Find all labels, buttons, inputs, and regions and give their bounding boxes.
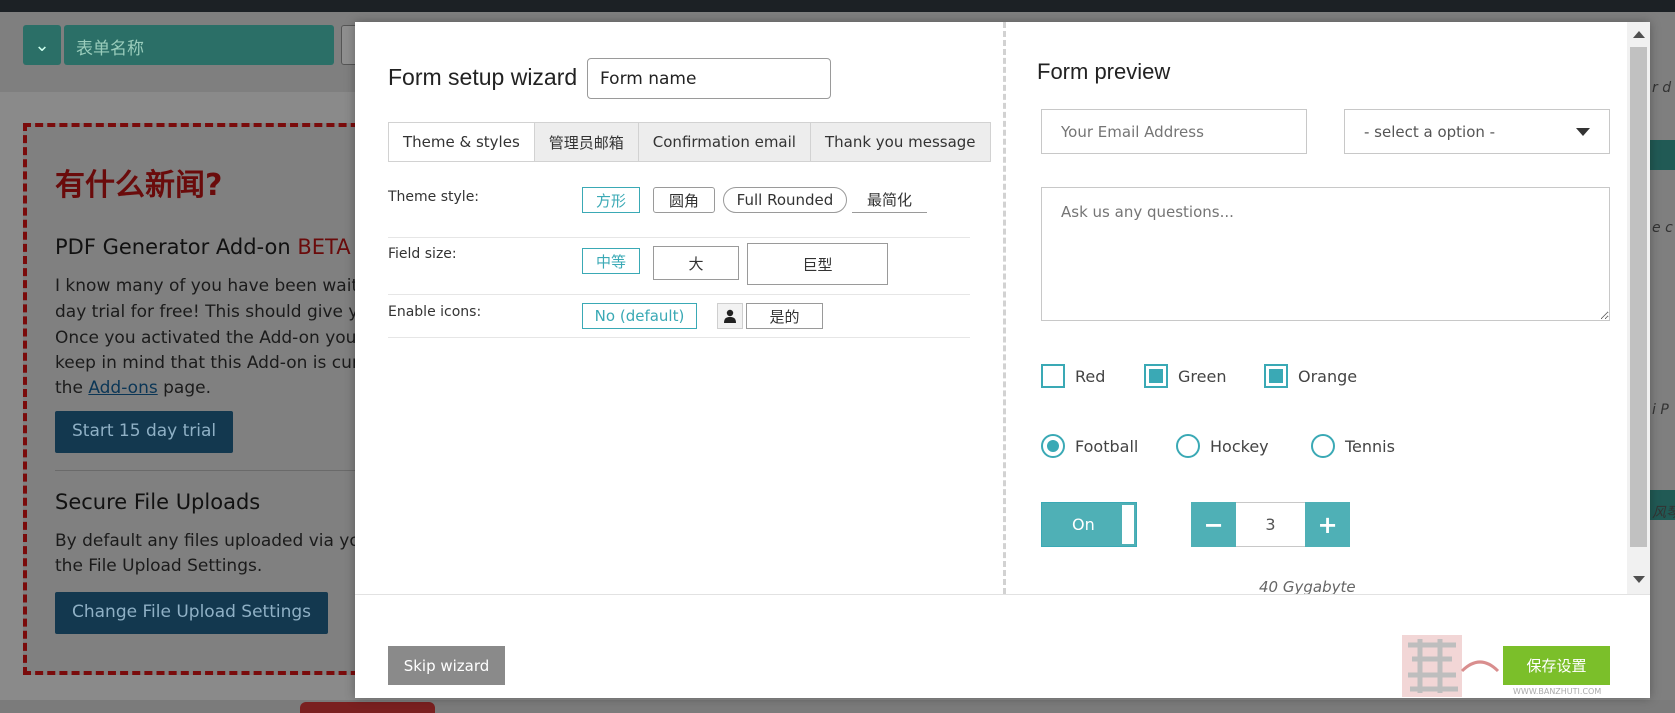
skip-wizard-button[interactable]: Skip wizard	[388, 646, 505, 685]
field-size-row: Field size: 中等 大 巨型	[388, 238, 970, 295]
chevron-down-icon: ⌄	[34, 34, 50, 56]
radio-tennis[interactable]: Tennis	[1311, 434, 1395, 458]
divider	[55, 470, 375, 471]
top-bar	[0, 0, 1675, 12]
checkbox-label: Orange	[1298, 366, 1358, 386]
uploads-line: the File Upload Settings.	[55, 556, 263, 576]
user-icon	[717, 303, 743, 329]
radio-circle[interactable]	[1041, 434, 1065, 458]
toggle-label: On	[1072, 515, 1095, 534]
tab-theme-styles[interactable]: Theme & styles	[389, 123, 534, 161]
collapse-toggle-button[interactable]: ⌄	[23, 25, 61, 65]
theme-style-row: Theme style: 方形 圆角 Full Rounded 最简化	[388, 182, 970, 238]
preview-panel: Form preview - select a option - Red Gre…	[1007, 22, 1627, 594]
wizard-footer: Skip wizard 保存设置 WWW.BANZHUTI.COM	[355, 594, 1650, 698]
quantity-stepper: − 3 +	[1191, 502, 1350, 547]
scroll-thumb[interactable]	[1630, 47, 1647, 547]
bottom-red-tab	[300, 702, 435, 713]
theme-option-square[interactable]: 方形	[582, 187, 640, 213]
radio-football[interactable]: Football	[1041, 434, 1138, 458]
wizard-tabs: Theme & styles 管理员邮箱 Confirmation email …	[388, 122, 991, 162]
email-field[interactable]	[1041, 109, 1307, 154]
enable-icons-row: Enable icons: No (default) 是的	[388, 295, 970, 338]
enable-icons-label: Enable icons:	[388, 304, 482, 320]
icons-option-no[interactable]: No (default)	[582, 303, 697, 329]
beta-badge: BETA	[297, 235, 351, 259]
toggle-knob[interactable]	[1122, 505, 1134, 544]
right-edge-text: r d	[1652, 80, 1672, 96]
caret-down-icon	[1576, 127, 1590, 136]
change-upload-settings-button[interactable]: Change File Upload Settings	[55, 592, 329, 634]
theme-option-full-rounded[interactable]: Full Rounded	[723, 187, 847, 213]
size-label: 40 Gygabyte	[1259, 578, 1356, 594]
watermark-url: WWW.BANZHUTI.COM	[1513, 687, 1602, 696]
checkbox-label: Green	[1178, 366, 1227, 386]
scroll-down-icon[interactable]	[1633, 576, 1645, 583]
checkbox-orange[interactable]: Orange	[1264, 364, 1357, 388]
tab-confirmation-email[interactable]: Confirmation email	[637, 123, 810, 161]
pdf-addon-line: day trial for free! This should give yo	[55, 302, 355, 322]
uploads-line: By default any files uploaded via you	[55, 531, 355, 551]
field-size-label: Field size:	[388, 246, 457, 262]
plus-button[interactable]: +	[1305, 502, 1350, 547]
tab-thank-you-message[interactable]: Thank you message	[809, 123, 990, 161]
checkbox-box[interactable]	[1144, 364, 1168, 388]
right-side-button[interactable]	[1647, 140, 1675, 170]
radio-circle[interactable]	[1176, 434, 1200, 458]
panel-divider	[1003, 22, 1006, 594]
pdf-addon-line: keep in mind that this Add-on is cur	[55, 353, 355, 373]
save-settings-button[interactable]: 保存设置	[1503, 646, 1610, 685]
minus-button[interactable]: −	[1191, 502, 1236, 547]
whats-new-heading: 有什么新闻?	[55, 168, 223, 203]
preview-title: Form preview	[1037, 59, 1171, 84]
start-trial-button[interactable]: Start 15 day trial	[55, 411, 234, 453]
right-edge-text: e c	[1652, 220, 1673, 236]
wizard-panel: Form setup wizard Theme & styles 管理员邮箱 C…	[355, 22, 1003, 594]
on-off-toggle[interactable]: On	[1041, 502, 1137, 547]
stepper-value[interactable]: 3	[1236, 502, 1305, 547]
option-select[interactable]: - select a option -	[1344, 109, 1610, 154]
theme-option-minimal[interactable]: 最简化	[852, 187, 927, 213]
theme-style-label: Theme style:	[388, 189, 480, 205]
radio-label: Hockey	[1210, 436, 1269, 456]
wizard-title: Form setup wizard	[388, 64, 578, 90]
select-placeholder: - select a option -	[1364, 122, 1496, 141]
form-name-field-bg[interactable]: 表单名称	[64, 25, 334, 65]
field-size-medium[interactable]: 中等	[582, 248, 640, 274]
form-name-input[interactable]	[587, 58, 831, 99]
tab-admin-email[interactable]: 管理员邮箱	[533, 123, 638, 161]
watermark-logo	[1402, 635, 1500, 697]
pdf-addon-line: Once you activated the Add-on you	[55, 328, 355, 348]
checkbox-label: Red	[1075, 366, 1106, 386]
radio-label: Football	[1075, 436, 1139, 456]
radio-circle[interactable]	[1311, 434, 1335, 458]
questions-textarea[interactable]	[1041, 187, 1610, 321]
theme-option-rounded[interactable]: 圆角	[653, 187, 715, 213]
pdf-addon-title: PDF Generator Add-on BETA	[55, 235, 351, 259]
radio-label: Tennis	[1345, 436, 1395, 456]
right-sidebar-bg	[1650, 25, 1675, 705]
addons-link[interactable]: Add-ons	[88, 378, 157, 398]
radio-hockey[interactable]: Hockey	[1176, 434, 1269, 458]
field-size-large[interactable]: 大	[653, 246, 739, 280]
field-size-huge[interactable]: 巨型	[747, 243, 888, 285]
checkbox-box[interactable]	[1264, 364, 1288, 388]
pdf-addon-line: I know many of you have been waiti	[55, 276, 355, 296]
icons-option-yes[interactable]: 是的	[746, 303, 823, 329]
checkbox-red[interactable]: Red	[1041, 364, 1105, 388]
right-edge-text: 风琴	[1652, 505, 1675, 521]
form-setup-wizard-modal: Form setup wizard Theme & styles 管理员邮箱 C…	[355, 22, 1650, 698]
preview-scrollbar[interactable]	[1627, 22, 1650, 594]
secure-uploads-title: Secure File Uploads	[55, 490, 261, 514]
scroll-up-icon[interactable]	[1633, 31, 1645, 38]
pdf-addon-line: the Add-ons page.	[55, 378, 211, 398]
right-edge-text: i P	[1652, 402, 1669, 418]
checkbox-box[interactable]	[1041, 364, 1065, 388]
checkbox-green[interactable]: Green	[1144, 364, 1226, 388]
